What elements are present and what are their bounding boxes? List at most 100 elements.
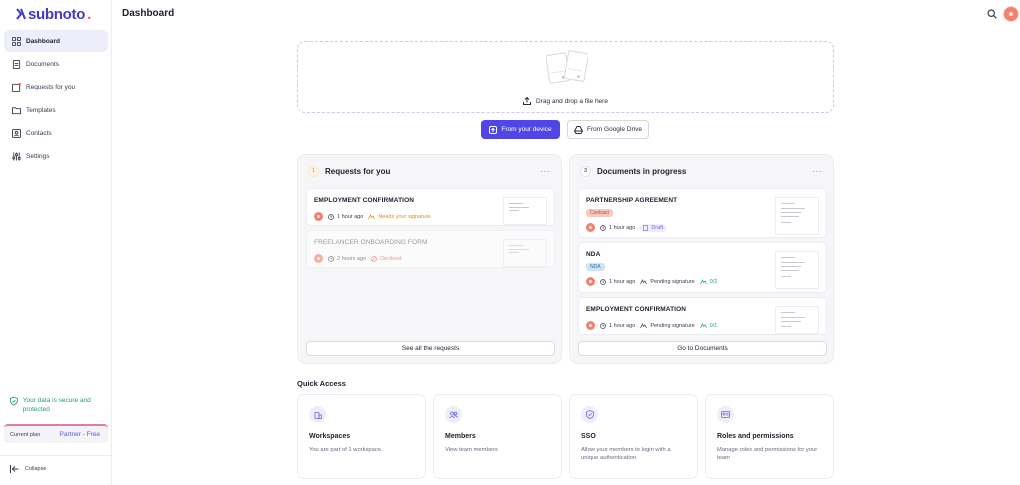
plan-label: Current plan	[10, 431, 41, 438]
request-card[interactable]: FREELANCER ONBOARDING FORM 2 hours ago D…	[306, 230, 555, 268]
file-dropzone[interactable]: Drag and drop a file here	[297, 41, 834, 113]
logo-text: subnoto	[28, 5, 86, 23]
sliders-icon	[12, 151, 21, 161]
clock-icon	[600, 224, 606, 231]
from-drive-label: From Google Drive	[587, 126, 642, 133]
google-drive-icon	[574, 125, 584, 134]
documents-panel: 3 Documents in progress ··· PARTNERSHIP …	[569, 154, 834, 364]
quick-access-desc: Manage roles and permissions for your te…	[717, 447, 818, 461]
shield-check-icon	[10, 396, 18, 406]
document-thumbnail	[503, 197, 547, 225]
sidebar-nav: Dashboard Documents Requests for you Tem…	[4, 30, 108, 168]
draft-icon	[643, 224, 649, 231]
quick-access-name: Members	[445, 433, 476, 440]
document-time: 1 hour ago	[600, 225, 635, 231]
quick-access-sso[interactable]: SSO Allow your members to login with a u…	[569, 394, 698, 479]
collapse-label: Collapse	[25, 466, 47, 472]
folder-icon	[12, 106, 21, 114]
sidebar-item-label: Requests for you	[26, 83, 76, 91]
documents-panel-title: Documents in progress	[597, 166, 687, 176]
search-icon[interactable]	[987, 9, 997, 19]
secure-notice: Your data is secure and protected	[10, 396, 106, 414]
grid-icon	[12, 36, 21, 46]
sidebar-item-dashboard[interactable]: Dashboard	[4, 30, 108, 52]
document-tag: NDA	[586, 263, 605, 271]
go-to-documents-button[interactable]: Go to Documents	[578, 341, 827, 356]
quick-access-workspaces[interactable]: Workspaces You are part of 1 workspace.	[297, 394, 426, 479]
document-card[interactable]: PARTNERSHIP AGREEMENT Contract 1 hour ag…	[578, 188, 827, 238]
sidebar-item-requests[interactable]: Requests for you	[4, 76, 108, 98]
secure-text: Your data is secure and protected	[22, 397, 91, 413]
document-status: Pending signature	[640, 278, 695, 285]
sidebar-item-templates[interactable]: Templates	[4, 99, 108, 121]
sidebar-item-label: Settings	[26, 152, 50, 160]
request-meta: 1 hour ago Needs your signature	[314, 212, 431, 221]
inbox-icon	[12, 82, 21, 92]
requests-panel-title: Requests for you	[325, 166, 391, 176]
subnoto-logo[interactable]: subnoto.	[16, 5, 91, 23]
document-icon	[12, 59, 21, 69]
quick-access-members[interactable]: Members View team members	[433, 394, 562, 479]
quick-access-desc: View team members	[445, 447, 498, 453]
more-options-icon[interactable]: ···	[540, 167, 551, 176]
users-icon	[445, 406, 462, 423]
documents-count-badge: 3	[580, 165, 591, 177]
request-title: FREELANCER ONBOARDING FORM	[314, 239, 428, 246]
sidebar-item-contacts[interactable]: Contacts	[4, 122, 108, 144]
quick-access-title: Quick Access	[297, 379, 346, 388]
from-google-drive-button[interactable]: From Google Drive	[567, 120, 649, 139]
document-time: 1 hour ago	[600, 279, 635, 285]
requests-count-badge: 1	[308, 165, 319, 177]
quick-access-name: Roles and permissions	[717, 433, 794, 440]
quick-access-name: Workspaces	[309, 433, 351, 440]
signature-icon	[640, 322, 648, 328]
sidebar: subnoto. Dashboard Documents Requests fo…	[0, 0, 112, 485]
collapse-arrow-icon	[10, 465, 19, 473]
quick-access-desc: You are part of 1 workspace.	[309, 447, 383, 453]
quick-access-roles[interactable]: Roles and permissions Manage roles and p…	[705, 394, 834, 479]
document-tag: Contract	[586, 209, 613, 217]
building-icon	[309, 406, 326, 423]
request-status: Declined	[371, 256, 401, 262]
sidebar-item-settings[interactable]: Settings	[4, 145, 108, 167]
document-card[interactable]: NDA NDA 1 hour ago Pending signature 0/2	[578, 242, 827, 293]
owner-avatar	[586, 277, 595, 286]
sidebar-item-documents[interactable]: Documents	[4, 53, 108, 75]
see-all-requests-button[interactable]: See all the requests	[306, 341, 555, 356]
quick-access-name: SSO	[581, 433, 596, 440]
signature-icon	[699, 322, 707, 328]
collapse-button[interactable]: Collapse	[10, 465, 46, 473]
document-title: PARTNERSHIP AGREEMENT	[586, 197, 678, 204]
sender-avatar	[314, 254, 323, 263]
quick-access-desc: Allow your members to login with a uniqu…	[581, 447, 671, 461]
document-title: EMPLOYMENT CONFIRMATION	[586, 306, 687, 313]
sender-avatar	[314, 212, 323, 221]
request-time: 2 hours ago	[328, 256, 366, 262]
divider	[0, 455, 111, 456]
clock-icon	[600, 322, 606, 329]
more-options-icon[interactable]: ···	[812, 167, 823, 176]
contact-card-icon	[12, 128, 21, 138]
request-card[interactable]: EMPLOYMENT CONFIRMATION 1 hour ago Needs…	[306, 188, 555, 226]
signature-progress: 0/1	[699, 322, 717, 329]
request-time: 1 hour ago	[328, 214, 363, 220]
documents-illustration	[546, 50, 588, 84]
requests-panel-header: 1 Requests for you ···	[308, 165, 551, 177]
clock-icon	[328, 213, 334, 220]
current-plan[interactable]: Current plan Partner - Free	[4, 424, 108, 443]
drop-label: Drag and drop a file here	[298, 97, 833, 105]
document-meta: 1 hour ago Pending signature 0/2	[586, 277, 717, 286]
logo-mark-icon	[16, 8, 26, 20]
signature-icon	[640, 278, 648, 284]
document-card[interactable]: EMPLOYMENT CONFIRMATION 1 hour ago Pendi…	[578, 297, 827, 335]
from-device-button[interactable]: From your device	[481, 120, 560, 139]
document-meta: 1 hour ago Draft	[586, 223, 667, 232]
document-thumbnail	[775, 197, 819, 235]
sidebar-item-label: Contacts	[26, 129, 52, 137]
sidebar-item-label: Documents	[26, 60, 59, 68]
user-avatar[interactable]	[1004, 7, 1018, 21]
document-thumbnail	[503, 239, 547, 267]
request-meta: 2 hours ago Declined	[314, 254, 401, 263]
document-thumbnail	[775, 251, 819, 289]
document-meta: 1 hour ago Pending signature 0/1	[586, 321, 717, 330]
